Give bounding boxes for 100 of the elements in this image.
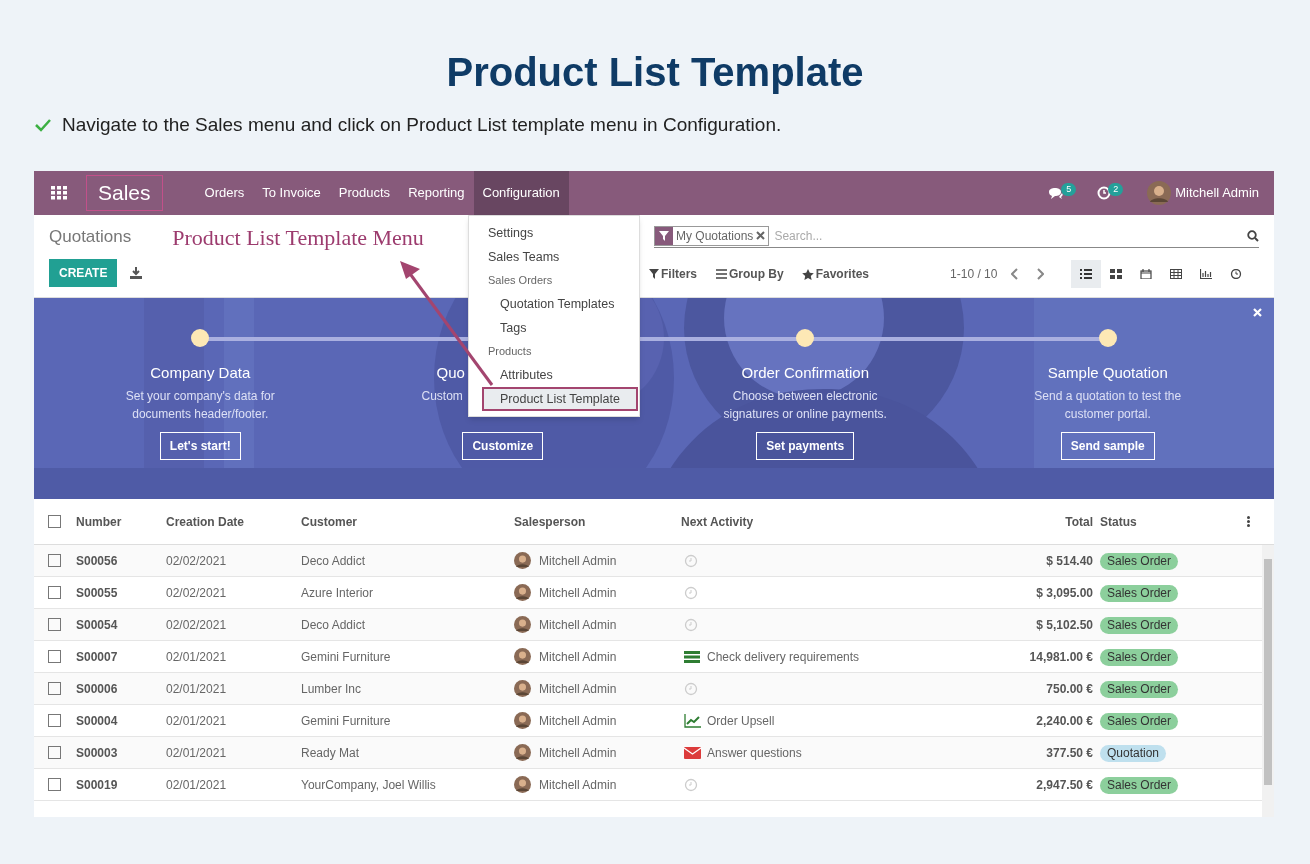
user-name[interactable]: Mitchell Admin — [1175, 183, 1259, 203]
checkbox[interactable] — [48, 746, 61, 759]
column-header[interactable]: Status — [1093, 512, 1233, 531]
table-cell-text: Deco Addict — [301, 616, 367, 634]
check-icon — [34, 118, 52, 133]
table-cell-text: 377.50 € — [1045, 744, 1093, 762]
table-cell-text: 750.00 € — [1045, 680, 1093, 698]
table-cell-text: Mitchell Admin — [539, 680, 617, 698]
more-icon[interactable] — [1247, 516, 1250, 527]
menu-item[interactable]: Orders — [195, 171, 254, 215]
scrollbar[interactable] — [1262, 545, 1274, 817]
column-header[interactable]: Customer — [301, 512, 514, 531]
step-button[interactable]: Let's start! — [159, 432, 241, 460]
menu-item[interactable]: Configuration — [473, 171, 569, 215]
apps-grid-icon[interactable] — [51, 186, 67, 200]
list-view-icon[interactable] — [1071, 260, 1102, 288]
table-cell-text: 02/01/2021 — [166, 680, 228, 698]
table-cell-text: S00056 — [76, 552, 119, 570]
count-badge: 5 — [1061, 182, 1077, 196]
avatar-icon[interactable] — [1147, 181, 1172, 205]
checkbox[interactable] — [48, 554, 61, 567]
checkbox[interactable] — [48, 682, 61, 695]
clock-icon — [1097, 186, 1112, 200]
favorites-button[interactable]: Favorites — [801, 265, 870, 283]
status-tag: Sales Order — [1100, 712, 1179, 730]
checkbox[interactable] — [48, 650, 61, 663]
menu-item[interactable]: Reporting — [399, 171, 474, 215]
table-cell-text: S00003 — [76, 744, 119, 762]
group-by-button[interactable]: Group By — [716, 265, 784, 283]
table-cell-text: Mitchell Admin — [539, 552, 617, 570]
search-field[interactable]: Search... — [774, 226, 1247, 245]
step-button[interactable]: Set payments — [756, 432, 855, 460]
table-cell-text: 02/02/2021 — [166, 552, 228, 570]
avatar-icon — [514, 584, 531, 601]
activity-text: Answer questions — [707, 744, 802, 762]
table-cell-text: $ 3,095.00 — [1035, 584, 1093, 602]
checkbox[interactable] — [48, 714, 61, 727]
table-cell-text: S00006 — [76, 680, 119, 698]
menu-item[interactable]: Sales Teams — [469, 245, 639, 269]
table-cell-text: S00055 — [76, 584, 119, 602]
step-description: Send a quotation to test the customer portal. — [1033, 388, 1183, 423]
stack-icon[interactable] — [684, 649, 701, 664]
menu-item[interactable]: Tags — [469, 316, 639, 340]
column-header[interactable]: Total — [981, 512, 1093, 531]
search-icon[interactable] — [1247, 229, 1259, 242]
menu-item[interactable]: Quotation Templates — [469, 292, 639, 316]
step-title: Order Confirmation — [741, 363, 869, 383]
avatar-icon — [514, 648, 531, 665]
checkbox[interactable] — [48, 586, 61, 599]
table-cell-text: Lumber Inc — [301, 680, 363, 698]
menu-item[interactable]: To Invoice — [253, 171, 330, 215]
table-cell-text: Mitchell Admin — [539, 744, 617, 762]
funnel-icon — [649, 269, 659, 279]
menu-item[interactable]: Product List Template — [482, 387, 638, 411]
avatar-icon — [514, 712, 531, 729]
close-icon[interactable] — [756, 231, 766, 240]
menu-item[interactable]: Settings — [469, 221, 639, 245]
filter-facet[interactable]: My Quotations — [654, 225, 770, 246]
checkbox[interactable] — [48, 618, 61, 631]
envelope-icon[interactable] — [684, 745, 701, 760]
checkbox[interactable] — [48, 515, 61, 528]
funnel-icon — [659, 230, 669, 241]
pager-text: 1-10 / 10 — [950, 266, 998, 283]
table-cell-text: Gemini Furniture — [301, 648, 392, 666]
column-header[interactable]: Salesperson — [514, 512, 681, 531]
menu-item[interactable]: Products — [329, 171, 400, 215]
menu-item[interactable]: Attributes — [469, 363, 639, 387]
previous-icon[interactable] — [1011, 268, 1020, 280]
column-header[interactable]: Next Activity — [681, 512, 981, 531]
download-icon[interactable] — [130, 267, 143, 279]
step-button[interactable]: Customize — [462, 432, 544, 460]
table-cell-text: 2,947.50 € — [1035, 776, 1093, 794]
facet-label: My Quotations — [675, 227, 755, 245]
instruction-text: Navigate to the Sales menu and click on Product List template menu in Configuration. — [62, 113, 782, 137]
table-cell-text: 02/02/2021 — [166, 584, 228, 602]
table-cell-text: 14,981.00 € — [1028, 648, 1093, 666]
avatar-icon — [514, 680, 531, 697]
status-tag: Sales Order — [1100, 776, 1179, 794]
table-cell-text: Mitchell Admin — [539, 648, 617, 666]
chart-icon[interactable] — [684, 713, 701, 728]
annotation-text: Product List Template Menu — [172, 223, 424, 252]
checkbox[interactable] — [48, 778, 61, 791]
app-name[interactable]: Sales — [86, 175, 163, 211]
status-tag: Sales Order — [1100, 616, 1179, 634]
table-cell-text: Mitchell Admin — [539, 776, 617, 794]
step-button[interactable]: Send sample — [1060, 432, 1155, 460]
column-header[interactable]: Number — [76, 512, 166, 531]
avatar-icon — [514, 776, 531, 793]
column-header[interactable]: Creation Date — [166, 512, 301, 531]
activity-text: Check delivery requirements — [707, 648, 860, 666]
table-cell-text: Mitchell Admin — [539, 616, 617, 634]
next-icon[interactable] — [1036, 268, 1045, 280]
filters-button[interactable]: Filters — [649, 265, 697, 283]
table-cell-text: Mitchell Admin — [539, 712, 617, 730]
status-tag: Quotation — [1100, 744, 1167, 762]
step-title: Quo — [436, 363, 465, 383]
avatar-icon — [514, 744, 531, 761]
table-cell-text: $ 514.40 — [1045, 552, 1093, 570]
list-icon — [716, 269, 727, 279]
page-title: Product List Template — [446, 49, 864, 96]
